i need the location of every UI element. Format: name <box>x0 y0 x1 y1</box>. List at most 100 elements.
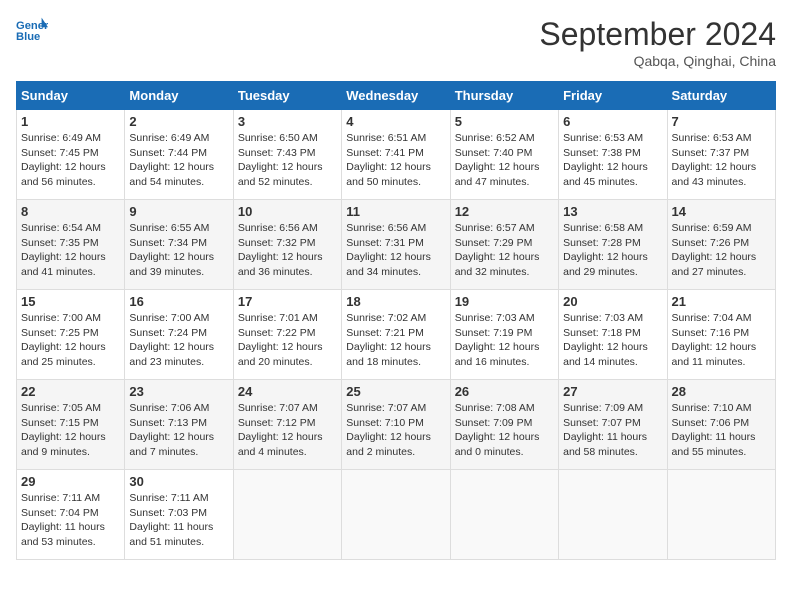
calendar-week-4: 29 Sunrise: 7:11 AM Sunset: 7:04 PM Dayli… <box>17 470 776 560</box>
location-subtitle: Qabqa, Qinghai, China <box>539 53 776 69</box>
calendar-week-2: 15 Sunrise: 7:00 AM Sunset: 7:25 PM Dayli… <box>17 290 776 380</box>
day-number: 9 <box>129 204 228 219</box>
table-row: 3Sunrise: 6:50 AM Sunset: 7:43 PM Daylig… <box>233 110 341 200</box>
table-row: 19 Sunrise: 7:03 AM Sunset: 7:19 PM Dayli… <box>450 290 558 380</box>
day-number: 20 <box>563 294 662 309</box>
day-number: 18 <box>346 294 445 309</box>
table-row: 23Sunrise: 7:06 AM Sunset: 7:13 PM Dayli… <box>125 380 233 470</box>
table-row: 6 Sunrise: 6:53 AM Sunset: 7:38 PM Daylig… <box>559 110 667 200</box>
month-title: September 2024 <box>539 16 776 53</box>
table-row: 2 Sunrise: 6:49 AM Sunset: 7:44 PM Daylig… <box>125 110 233 200</box>
day-number: 7 <box>672 114 771 129</box>
title-block: September 2024 Qabqa, Qinghai, China <box>539 16 776 69</box>
day-number: 8 <box>21 204 120 219</box>
day-info: Sunrise: 7:03 AM Sunset: 7:18 PM Dayligh… <box>563 311 662 370</box>
calendar-table: Sunday Monday Tuesday Wednesday Thursday… <box>16 81 776 560</box>
table-row: 1 Sunrise: 6:49 AM Sunset: 7:45 PM Daylig… <box>17 110 125 200</box>
day-number: 4 <box>346 114 445 129</box>
col-wednesday: Wednesday <box>342 82 450 110</box>
day-info: Sunrise: 6:58 AM Sunset: 7:28 PM Dayligh… <box>563 221 662 280</box>
day-number: 11 <box>346 204 445 219</box>
svg-text:Blue: Blue <box>16 31 40 43</box>
day-number: 26 <box>455 384 554 399</box>
day-info: Sunrise: 7:03 AM Sunset: 7:19 PM Dayligh… <box>455 311 554 370</box>
day-info: Sunrise: 6:52 AM Sunset: 7:40 PM Dayligh… <box>455 131 554 190</box>
col-sunday: Sunday <box>17 82 125 110</box>
col-monday: Monday <box>125 82 233 110</box>
day-number: 10 <box>238 204 337 219</box>
day-number: 5 <box>455 114 554 129</box>
table-row: 20 Sunrise: 7:03 AM Sunset: 7:18 PM Dayli… <box>559 290 667 380</box>
day-number: 1 <box>21 114 120 129</box>
day-number: 29 <box>21 474 120 489</box>
calendar-week-1: 8Sunrise: 6:54 AM Sunset: 7:35 PM Daylig… <box>17 200 776 290</box>
table-row: 10 Sunrise: 6:56 AM Sunset: 7:32 PM Dayli… <box>233 200 341 290</box>
day-info: Sunrise: 7:10 AM Sunset: 7:06 PM Dayligh… <box>672 401 771 460</box>
table-row: 27Sunrise: 7:09 AM Sunset: 7:07 PM Dayli… <box>559 380 667 470</box>
day-number: 17 <box>238 294 337 309</box>
day-number: 16 <box>129 294 228 309</box>
day-number: 23 <box>129 384 228 399</box>
table-row <box>450 470 558 560</box>
table-row: 8Sunrise: 6:54 AM Sunset: 7:35 PM Daylig… <box>17 200 125 290</box>
table-row: 30Sunrise: 7:11 AM Sunset: 7:03 PM Dayli… <box>125 470 233 560</box>
day-info: Sunrise: 6:50 AM Sunset: 7:43 PM Dayligh… <box>238 131 337 190</box>
day-number: 25 <box>346 384 445 399</box>
day-number: 28 <box>672 384 771 399</box>
table-row: 17 Sunrise: 7:01 AM Sunset: 7:22 PM Dayli… <box>233 290 341 380</box>
day-number: 22 <box>21 384 120 399</box>
table-row: 11 Sunrise: 6:56 AM Sunset: 7:31 PM Dayli… <box>342 200 450 290</box>
table-row: 9 Sunrise: 6:55 AM Sunset: 7:34 PM Daylig… <box>125 200 233 290</box>
logo: General Blue <box>16 16 48 44</box>
day-info: Sunrise: 6:49 AM Sunset: 7:44 PM Dayligh… <box>129 131 228 190</box>
table-row <box>667 470 775 560</box>
col-tuesday: Tuesday <box>233 82 341 110</box>
col-thursday: Thursday <box>450 82 558 110</box>
day-number: 14 <box>672 204 771 219</box>
day-info: Sunrise: 7:05 AM Sunset: 7:15 PM Dayligh… <box>21 401 120 460</box>
day-number: 19 <box>455 294 554 309</box>
calendar-week-3: 22 Sunrise: 7:05 AM Sunset: 7:15 PM Dayli… <box>17 380 776 470</box>
col-saturday: Saturday <box>667 82 775 110</box>
day-info: Sunrise: 7:08 AM Sunset: 7:09 PM Dayligh… <box>455 401 554 460</box>
day-info: Sunrise: 7:11 AM Sunset: 7:04 PM Dayligh… <box>21 491 120 550</box>
day-number: 2 <box>129 114 228 129</box>
table-row: 13Sunrise: 6:58 AM Sunset: 7:28 PM Dayli… <box>559 200 667 290</box>
day-info: Sunrise: 7:01 AM Sunset: 7:22 PM Dayligh… <box>238 311 337 370</box>
day-info: Sunrise: 6:55 AM Sunset: 7:34 PM Dayligh… <box>129 221 228 280</box>
table-row: 16 Sunrise: 7:00 AM Sunset: 7:24 PM Dayli… <box>125 290 233 380</box>
table-row: 7 Sunrise: 6:53 AM Sunset: 7:37 PM Daylig… <box>667 110 775 200</box>
day-info: Sunrise: 6:53 AM Sunset: 7:37 PM Dayligh… <box>672 131 771 190</box>
day-info: Sunrise: 7:04 AM Sunset: 7:16 PM Dayligh… <box>672 311 771 370</box>
day-info: Sunrise: 7:09 AM Sunset: 7:07 PM Dayligh… <box>563 401 662 460</box>
day-number: 12 <box>455 204 554 219</box>
day-info: Sunrise: 6:51 AM Sunset: 7:41 PM Dayligh… <box>346 131 445 190</box>
table-row: 26 Sunrise: 7:08 AM Sunset: 7:09 PM Dayli… <box>450 380 558 470</box>
table-row: 12Sunrise: 6:57 AM Sunset: 7:29 PM Dayli… <box>450 200 558 290</box>
day-info: Sunrise: 6:49 AM Sunset: 7:45 PM Dayligh… <box>21 131 120 190</box>
table-row: 14Sunrise: 6:59 AM Sunset: 7:26 PM Dayli… <box>667 200 775 290</box>
calendar-header-row: Sunday Monday Tuesday Wednesday Thursday… <box>17 82 776 110</box>
day-info: Sunrise: 7:11 AM Sunset: 7:03 PM Dayligh… <box>129 491 228 550</box>
day-info: Sunrise: 7:07 AM Sunset: 7:10 PM Dayligh… <box>346 401 445 460</box>
day-info: Sunrise: 6:56 AM Sunset: 7:31 PM Dayligh… <box>346 221 445 280</box>
day-info: Sunrise: 7:00 AM Sunset: 7:24 PM Dayligh… <box>129 311 228 370</box>
table-row: 5 Sunrise: 6:52 AM Sunset: 7:40 PM Daylig… <box>450 110 558 200</box>
table-row: 22 Sunrise: 7:05 AM Sunset: 7:15 PM Dayli… <box>17 380 125 470</box>
day-info: Sunrise: 7:07 AM Sunset: 7:12 PM Dayligh… <box>238 401 337 460</box>
calendar-week-0: 1 Sunrise: 6:49 AM Sunset: 7:45 PM Daylig… <box>17 110 776 200</box>
table-row: 4 Sunrise: 6:51 AM Sunset: 7:41 PM Daylig… <box>342 110 450 200</box>
table-row: 29 Sunrise: 7:11 AM Sunset: 7:04 PM Dayli… <box>17 470 125 560</box>
table-row: 18 Sunrise: 7:02 AM Sunset: 7:21 PM Dayli… <box>342 290 450 380</box>
day-number: 15 <box>21 294 120 309</box>
day-info: Sunrise: 6:53 AM Sunset: 7:38 PM Dayligh… <box>563 131 662 190</box>
day-info: Sunrise: 7:02 AM Sunset: 7:21 PM Dayligh… <box>346 311 445 370</box>
table-row: 21Sunrise: 7:04 AM Sunset: 7:16 PM Dayli… <box>667 290 775 380</box>
table-row: 25 Sunrise: 7:07 AM Sunset: 7:10 PM Dayli… <box>342 380 450 470</box>
day-info: Sunrise: 6:56 AM Sunset: 7:32 PM Dayligh… <box>238 221 337 280</box>
day-number: 6 <box>563 114 662 129</box>
day-number: 24 <box>238 384 337 399</box>
table-row <box>233 470 341 560</box>
table-row: 24 Sunrise: 7:07 AM Sunset: 7:12 PM Dayli… <box>233 380 341 470</box>
day-info: Sunrise: 7:00 AM Sunset: 7:25 PM Dayligh… <box>21 311 120 370</box>
